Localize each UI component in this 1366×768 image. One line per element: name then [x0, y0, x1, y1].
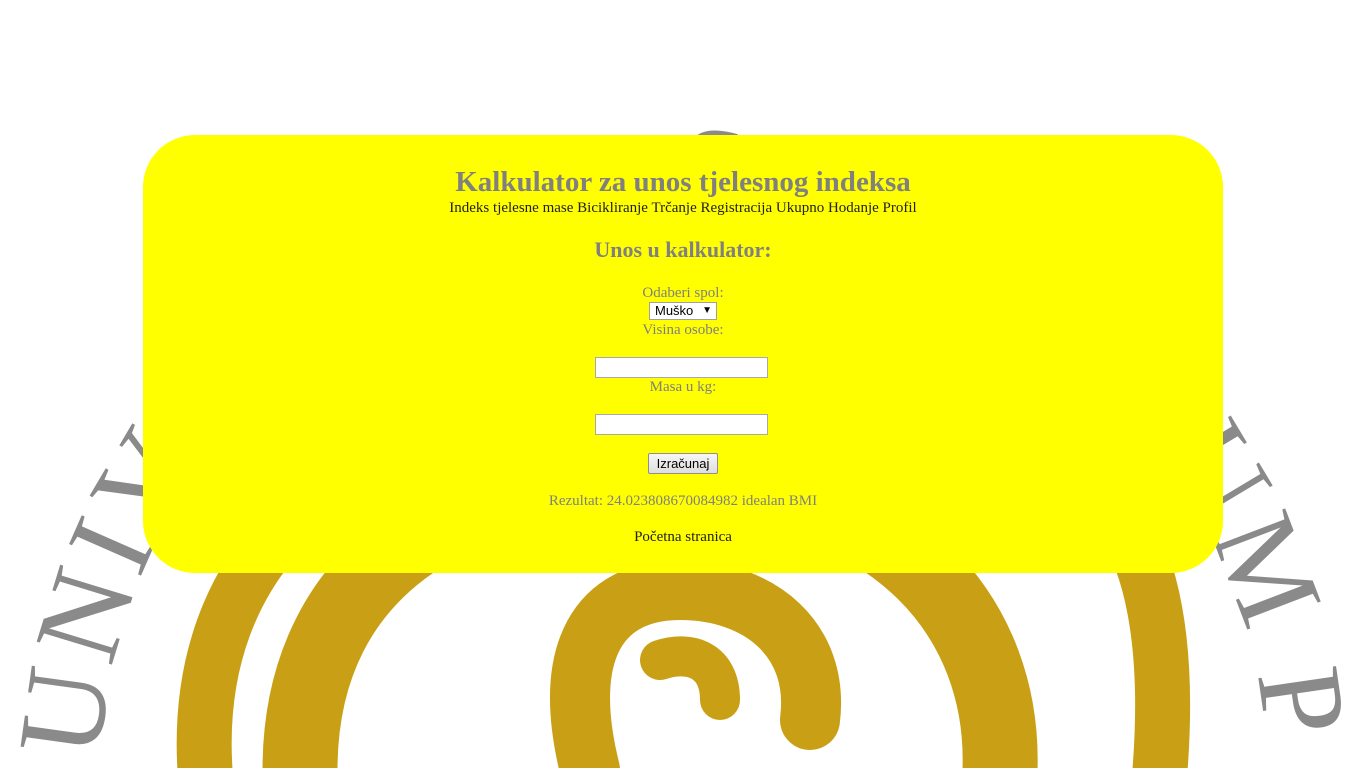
home-link[interactable]: Početna stranica [634, 529, 732, 545]
gender-label: Odaberi spol: [642, 285, 724, 301]
gender-select[interactable]: Muško ▼ [649, 302, 717, 320]
nav-link-profile[interactable]: Profil [883, 200, 917, 216]
nav-link-walking[interactable]: Hodanje [828, 200, 879, 216]
nav-link-bmi[interactable]: Indeks tjelesne mase [449, 200, 573, 216]
gender-select-value: Muško [655, 303, 694, 318]
mass-label: Masa u kg: [649, 379, 717, 395]
nav-link-registration[interactable]: Registracija [700, 200, 772, 216]
height-label: Visina osobe: [642, 322, 724, 338]
home-link-container: Početna stranica [143, 528, 1223, 546]
mass-input[interactable] [595, 414, 768, 435]
page-title: Kalkulator za unos tjelesnog indeksa [455, 166, 911, 198]
top-nav: Indeks tjelesne mase Bicikliranje Trčanj… [143, 199, 1223, 217]
nav-link-cycling[interactable]: Bicikliranje [577, 200, 648, 216]
dropdown-arrow-icon: ▼ [702, 305, 712, 316]
height-input[interactable] [595, 357, 768, 378]
result-text: Rezultat: 24.023808670084982 idealan BMI [548, 493, 818, 509]
nav-link-total[interactable]: Ukupno [776, 200, 824, 216]
form-heading: Unos u kalkulator: [594, 237, 772, 262]
calculator-card: Kalkulator za unos tjelesnog indeksa Ind… [143, 135, 1223, 573]
calculate-button[interactable]: Izračunaj [648, 453, 718, 474]
nav-link-running[interactable]: Trčanje [651, 200, 696, 216]
